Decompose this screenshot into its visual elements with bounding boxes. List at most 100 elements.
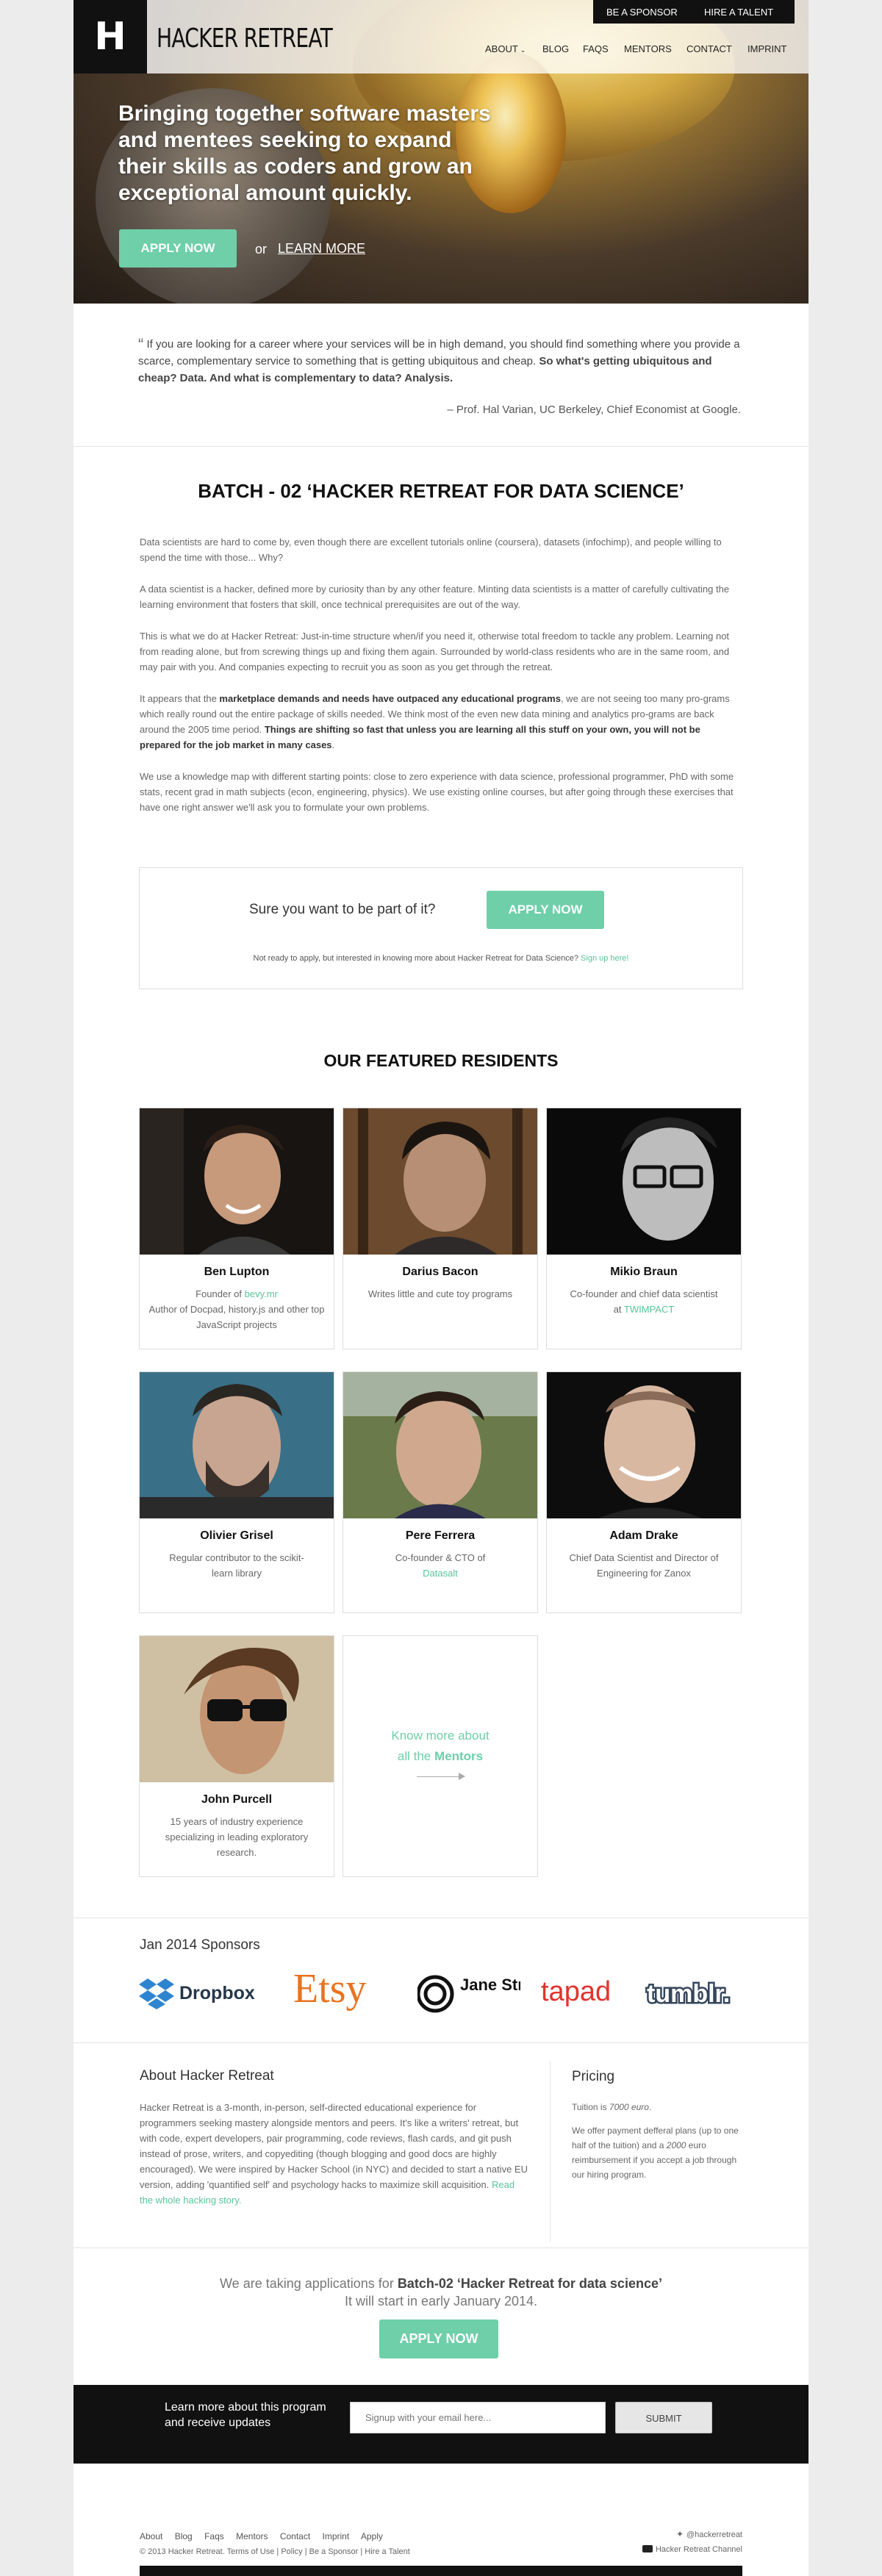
sponsor-dropbox[interactable]: Dropbox bbox=[139, 1977, 268, 2009]
be-a-sponsor-link[interactable]: BE A SPONSOR bbox=[606, 7, 678, 18]
resident-bio-text: Founder of bbox=[196, 1288, 245, 1299]
mentors-link[interactable]: Mentors bbox=[434, 1749, 483, 1763]
hero-title: Bringing together software masters and m… bbox=[118, 101, 491, 205]
avatar bbox=[343, 1108, 537, 1255]
nav-about[interactable]: ABOUT ⌄ bbox=[485, 43, 526, 54]
residents-title: OUR FEATURED RESIDENTS bbox=[323, 1051, 559, 1070]
twitter-handle: @hackerretreat bbox=[686, 2530, 742, 2539]
newsletter-text: Learn more about this program and receiv… bbox=[165, 2401, 326, 2429]
resident-card[interactable]: Mikio Braun Co-founder and chief data sc… bbox=[546, 1108, 742, 1349]
vertical-divider bbox=[550, 2062, 551, 2242]
resident-card[interactable]: Darius Bacon Writes little and cute toy … bbox=[343, 1108, 538, 1349]
resident-link[interactable]: bevy.mr bbox=[245, 1288, 278, 1299]
newsletter-bar: Learn more about this program and receiv… bbox=[74, 2385, 808, 2464]
avatar bbox=[547, 1108, 741, 1255]
sponsor-name: tapad bbox=[541, 1976, 611, 2007]
pricing-title: Pricing bbox=[572, 2069, 615, 2084]
resident-card[interactable]: Pere Ferrera Co-founder & CTO of Datasal… bbox=[343, 1371, 538, 1613]
youtube-channel: Hacker Retreat Channel bbox=[655, 2545, 742, 2554]
pricing-body: Tuition is 7000 euro. We offer payment d… bbox=[572, 2100, 741, 2182]
twitter-icon: ✦ bbox=[675, 2529, 684, 2539]
nav-contact[interactable]: CONTACT bbox=[686, 43, 732, 54]
sponsor-etsy[interactable]: Etsy bbox=[293, 1968, 389, 2014]
footer-link-contact[interactable]: Contact bbox=[280, 2531, 310, 2541]
footer-copyright: © 2013 Hacker Retreat. Terms of Use | Po… bbox=[140, 2547, 410, 2556]
hero-or-text: or bbox=[255, 242, 268, 256]
arrow-right-icon bbox=[417, 1773, 465, 1780]
hire-a-talent-link[interactable]: HIRE A TALENT bbox=[704, 7, 773, 18]
sponsor-name: Dropbox bbox=[179, 1983, 255, 2003]
nav-blog[interactable]: BLOG bbox=[542, 43, 569, 54]
divider bbox=[74, 2247, 808, 2248]
resident-card[interactable]: Ben Lupton Founder of bevy.mr Author of … bbox=[139, 1108, 334, 1349]
mentors-text-line2: all the bbox=[397, 1749, 434, 1763]
about-text: Hacker Retreat is a 3-month, in-person, … bbox=[140, 2102, 528, 2190]
youtube-link[interactable]: Hacker Retreat Channel bbox=[642, 2545, 742, 2554]
resident-name: Olivier Grisel bbox=[200, 1529, 273, 1542]
quote-mark-icon: “ bbox=[138, 335, 144, 354]
footer-link-faqs[interactable]: Faqs bbox=[204, 2531, 224, 2541]
twitter-link[interactable]: ✦ @hackerretreat bbox=[676, 2529, 742, 2539]
footer-link-about[interactable]: About bbox=[140, 2531, 162, 2541]
applications-line1: We are taking applications for bbox=[220, 2276, 398, 2291]
mentors-card[interactable]: Know more about all the Mentors bbox=[343, 1635, 538, 1877]
sponsors-title: Jan 2014 Sponsors bbox=[140, 1937, 260, 1953]
resident-bio: Co-founder and chief data scientist at T… bbox=[569, 1286, 719, 1317]
hero-learn-more-link[interactable]: LEARN MORE bbox=[278, 241, 365, 256]
signup-link[interactable]: Sign up here! bbox=[581, 954, 628, 963]
nav-faqs[interactable]: FAQS bbox=[583, 43, 609, 54]
resident-name: Pere Ferrera bbox=[405, 1529, 476, 1542]
applications-text: We are taking applications for Batch-02 … bbox=[74, 2275, 808, 2310]
callout-apply-button[interactable]: APPLY NOW bbox=[487, 891, 604, 929]
resident-name: Mikio Braun bbox=[610, 1266, 678, 1278]
batch-paragraph-1: Data scientists are hard to come by, eve… bbox=[140, 537, 722, 563]
chevron-down-icon: ⌄ bbox=[520, 46, 526, 54]
top-links-bar: BE A SPONSOR HIRE A TALENT bbox=[593, 0, 795, 24]
avatar bbox=[547, 1372, 741, 1518]
sponsor-name: tumblr. bbox=[647, 1980, 730, 2008]
avatar bbox=[343, 1372, 537, 1518]
footer-bar bbox=[140, 2566, 742, 2576]
resident-link[interactable]: TWIMPACT bbox=[624, 1304, 674, 1315]
nav-about-label: ABOUT bbox=[485, 43, 518, 54]
dropbox-icon bbox=[139, 1978, 174, 2009]
about-body: Hacker Retreat is a 3-month, in-person, … bbox=[140, 2100, 529, 2208]
batch-p4-bold-a: marketplace demands and needs have outpa… bbox=[219, 693, 561, 704]
quote-author: – Prof. Hal Varian, UC Berkeley, Chief E… bbox=[447, 403, 741, 416]
batch-paragraph-3: This is what we do at Hacker Retreat: Ju… bbox=[140, 631, 730, 672]
footer-apply-button[interactable]: APPLY NOW bbox=[379, 2320, 498, 2358]
nav-imprint[interactable]: IMPRINT bbox=[747, 43, 786, 54]
tuition-label: Tuition is bbox=[572, 2102, 609, 2112]
submit-button[interactable]: SUBMIT bbox=[615, 2402, 712, 2433]
batch-p4-part-a: It appears that the bbox=[140, 693, 220, 704]
nav-mentors[interactable]: MENTORS bbox=[624, 43, 672, 54]
resident-card[interactable]: John Purcell 15 years of industry experi… bbox=[139, 1635, 334, 1877]
hero-apply-button[interactable]: APPLY NOW bbox=[119, 229, 237, 268]
sponsor-tumblr[interactable]: tumblr. bbox=[645, 1978, 745, 2010]
footer-link-mentors[interactable]: Mentors bbox=[236, 2531, 268, 2541]
sponsor-jane-street[interactable]: Jane Street bbox=[417, 1974, 520, 2015]
footer-link-blog[interactable]: Blog bbox=[175, 2531, 193, 2541]
batch-description: Data scientists are hard to come by, eve… bbox=[140, 534, 742, 831]
applications-batch-name: Batch-02 ‘Hacker Retreat for data scienc… bbox=[397, 2276, 662, 2291]
quote-block: “ If you are looking for a career where … bbox=[138, 336, 748, 387]
sponsor-tapad[interactable]: tapad bbox=[541, 1976, 622, 2009]
resident-card[interactable]: Adam Drake Chief Data Scientist and Dire… bbox=[546, 1371, 742, 1613]
footer-link-apply[interactable]: Apply bbox=[361, 2531, 383, 2541]
resident-bio-extra: Author of Docpad, history.js and other t… bbox=[148, 1304, 325, 1330]
email-field[interactable] bbox=[350, 2402, 606, 2433]
about-title: About Hacker Retreat bbox=[140, 2068, 274, 2084]
batch-title: BATCH - 02 ‘HACKER RETREAT FOR DATA SCIE… bbox=[198, 480, 684, 502]
divider bbox=[74, 2042, 808, 2043]
applications-line2: It will start in early January 2014. bbox=[344, 2294, 538, 2308]
resident-bio: Founder of bevy.mr Author of Docpad, his… bbox=[147, 1286, 326, 1332]
resident-link[interactable]: Datasalt bbox=[423, 1568, 458, 1579]
jane-street-icon bbox=[417, 1975, 454, 2013]
resident-card[interactable]: Olivier Grisel Regular contributor to th… bbox=[139, 1371, 334, 1613]
batch-paragraph-5: We use a knowledge map with different st… bbox=[140, 771, 734, 813]
callout-note-text: Not ready to apply, but interested in kn… bbox=[253, 954, 578, 963]
logo[interactable]: H bbox=[74, 0, 147, 73]
footer-link-imprint[interactable]: Imprint bbox=[323, 2531, 350, 2541]
avatar bbox=[140, 1372, 334, 1518]
logo-text[interactable]: HACKER RETREAT bbox=[157, 24, 333, 54]
